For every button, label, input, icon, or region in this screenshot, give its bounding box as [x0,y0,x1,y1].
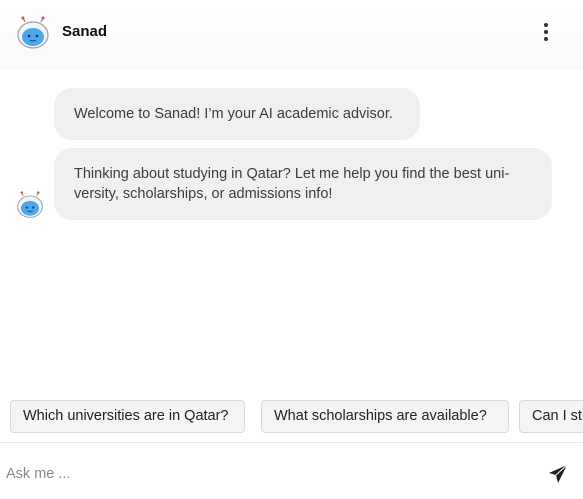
bot-message: Thinking about studying in Qatar? Let me… [54,148,552,220]
paper-plane-icon[interactable] [548,464,568,484]
message-input[interactable] [6,462,526,486]
more-options-button[interactable] [536,20,556,44]
more-vertical-icon [544,23,548,27]
robot-mascot-icon [17,16,49,49]
chat-header: Sanad [0,0,583,68]
bot-avatar-icon [17,191,43,218]
input-divider [0,442,583,443]
suggestion-chip[interactable]: Can I stu [519,400,583,433]
suggestion-chip[interactable]: What scholarships are available? [261,400,509,433]
assistant-name: Sanad [62,23,108,40]
bot-message: Welcome to Sanad! I’m your AI academic a… [54,88,420,140]
suggestion-chip[interactable]: Which universities are in Qatar? [10,400,245,433]
